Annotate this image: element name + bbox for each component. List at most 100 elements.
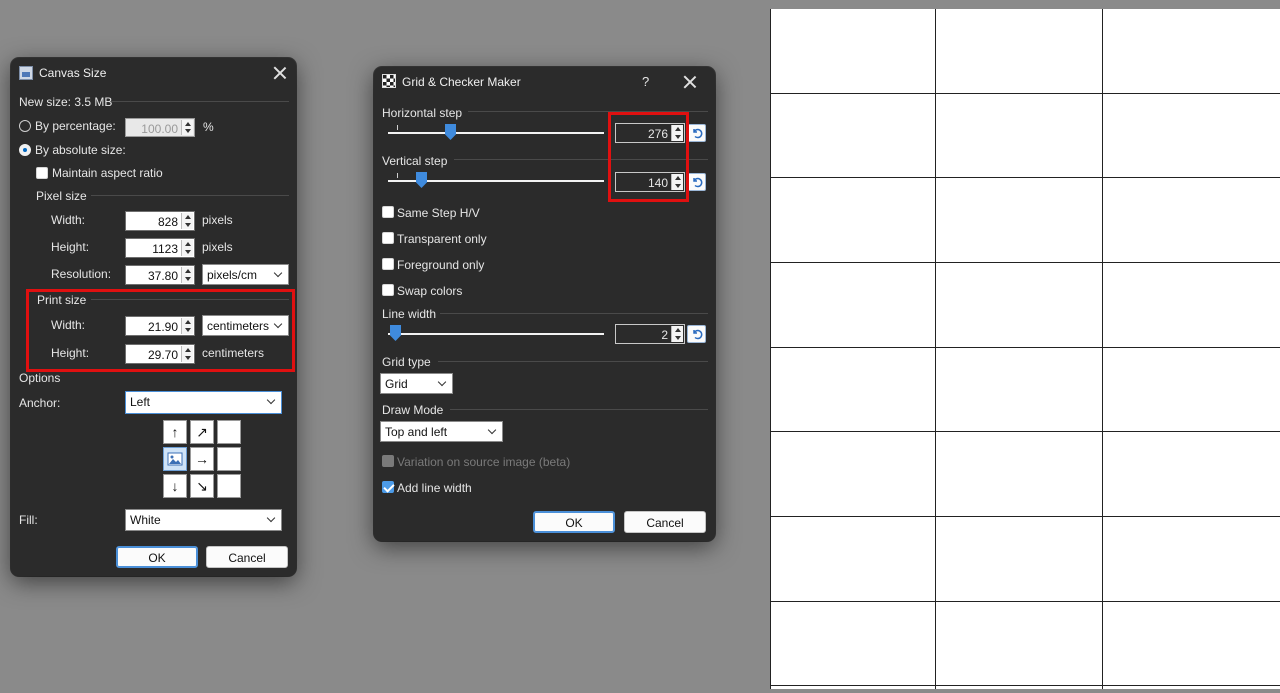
pixel-size-divider [91,195,289,196]
pixel-height-spinner[interactable] [181,240,193,256]
percentage-spinner[interactable] [181,120,193,135]
pixel-width-input[interactable]: 828 [125,211,195,231]
help-button[interactable]: ? [642,74,649,89]
resolution-spinner[interactable] [181,267,193,283]
grid-ok-button[interactable]: OK [533,511,615,533]
grid-line-vertical [935,9,936,689]
horizontal-step-thumb[interactable] [445,124,456,140]
grid-checker-app-icon [382,74,396,88]
line-width-input[interactable]: 2 [615,324,685,344]
variation-checkbox[interactable] [382,455,394,467]
print-size-highlight [26,289,295,372]
grid-line-horizontal [770,431,1280,432]
by-absolute-radio[interactable] [19,144,31,156]
horizontal-step-tick [397,125,398,130]
swap-colors-checkbox[interactable] [382,284,394,296]
canvas-size-titlebar[interactable]: Canvas Size [11,58,296,88]
reset-icon [693,177,703,188]
chevron-down-icon [266,513,276,523]
anchor-bottom[interactable]: ↘ [190,474,214,498]
reset-icon [693,128,703,139]
canvas-document[interactable] [770,9,1280,689]
pixel-width-spinner[interactable] [181,213,193,229]
transparent-only-label[interactable]: Transparent only [397,232,487,246]
chevron-down-icon [273,268,283,278]
same-step-label[interactable]: Same Step H/V [397,206,480,220]
swap-colors-label[interactable]: Swap colors [397,284,462,298]
line-width-reset-button[interactable] [687,325,706,343]
anchor-grid: ↑ ↗ → ↓ ↘ [163,420,245,502]
anchor-center[interactable]: → [190,447,214,471]
foreground-only-checkbox[interactable] [382,258,394,270]
landscape-image-icon [167,452,183,466]
horizontal-step-reset-button[interactable] [687,124,706,142]
draw-mode-select[interactable]: Top and left [380,421,503,442]
grid-line-vertical [770,9,771,689]
new-size-text: New size: 3.5 MB [19,95,113,109]
resolution-label: Resolution: [51,267,112,281]
grid-type-select[interactable]: Grid [380,373,453,394]
chevron-down-icon [487,425,497,435]
draw-mode-divider [450,409,708,410]
grid-line-horizontal [770,685,1280,686]
resolution-unit-select[interactable]: pixels/cm [202,264,289,285]
close-icon[interactable] [683,75,697,89]
anchor-right[interactable] [217,447,241,471]
by-absolute-label[interactable]: By absolute size: [35,143,126,157]
pixel-height-label: Height: [51,240,90,254]
pixel-size-heading: Pixel size [36,189,87,203]
anchor-bottom-left[interactable]: ↓ [163,474,187,498]
pixel-height-input[interactable]: 1123 [125,238,195,258]
grid-checker-title: Grid & Checker Maker [402,75,521,89]
add-line-width-checkbox[interactable] [382,481,394,493]
line-width-thumb[interactable] [390,325,401,341]
line-width-slider[interactable] [388,333,604,335]
chevron-down-icon [266,395,276,405]
anchor-left[interactable] [163,447,187,471]
line-width-spinner[interactable] [671,326,683,342]
anchor-label: Anchor: [19,396,61,410]
fill-select[interactable]: White [125,509,282,531]
grid-line-horizontal [770,347,1280,348]
canvas-size-title: Canvas Size [39,66,107,80]
variation-label: Variation on source image (beta) [397,455,571,469]
maintain-aspect-label[interactable]: Maintain aspect ratio [52,166,163,180]
new-size-divider [111,101,289,102]
by-percentage-label[interactable]: By percentage: [35,119,116,133]
anchor-top-left[interactable]: ↑ [163,420,187,444]
percentage-input[interactable]: 100.00 [125,118,195,137]
grid-type-divider [438,361,708,362]
reset-icon [693,329,703,340]
canvas-cancel-button[interactable]: Cancel [206,546,288,568]
grid-line-horizontal [770,601,1280,602]
horizontal-step-label: Horizontal step [382,106,463,120]
canvas-size-app-icon [19,66,33,80]
pixel-width-label: Width: [51,213,86,227]
anchor-bottom-right[interactable] [217,474,241,498]
anchor-top-right[interactable] [217,420,241,444]
canvas-ok-button[interactable]: OK [116,546,198,568]
grid-cancel-button[interactable]: Cancel [624,511,706,533]
anchor-top[interactable]: ↗ [190,420,214,444]
vertical-step-reset-button[interactable] [687,173,706,191]
percent-unit: % [203,120,214,134]
draw-mode-label: Draw Mode [382,403,444,417]
options-heading: Options [19,371,61,385]
close-icon[interactable] [273,66,287,80]
fill-label: Fill: [19,513,38,527]
grid-checker-titlebar[interactable]: Grid & Checker Maker ? [374,67,715,97]
by-percentage-radio[interactable] [19,120,31,132]
grid-line-horizontal [770,177,1280,178]
add-line-width-label[interactable]: Add line width [397,481,472,495]
vertical-step-thumb[interactable] [416,172,427,188]
anchor-select[interactable]: Left [125,391,282,414]
horizontal-step-slider[interactable] [388,132,604,134]
resolution-input[interactable]: 37.80 [125,265,195,285]
line-width-divider [440,313,708,314]
foreground-only-label[interactable]: Foreground only [397,258,484,272]
grid-line-vertical [1102,9,1103,689]
grid-type-label: Grid type [382,355,431,369]
maintain-aspect-checkbox[interactable] [36,167,48,179]
same-step-checkbox[interactable] [382,206,394,218]
transparent-only-checkbox[interactable] [382,232,394,244]
